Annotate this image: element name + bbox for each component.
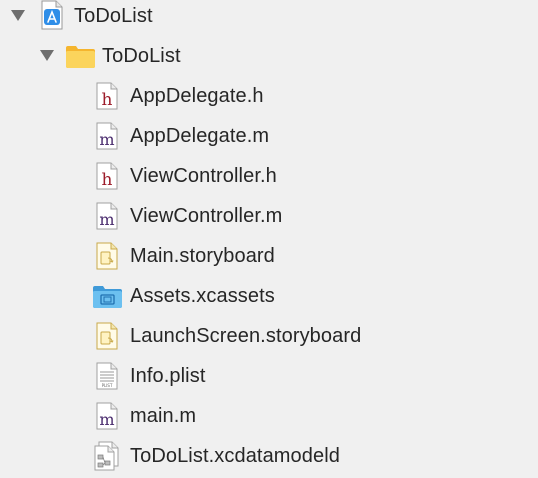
file-row-viewcontroller-h[interactable]: h ViewController.h [0, 156, 538, 196]
data-model-file-icon [93, 441, 121, 476]
asset-catalog-folder-icon [92, 285, 123, 314]
file-name: ViewController.m [130, 205, 283, 227]
file-name: ToDoList.xcdatamodeld [130, 445, 340, 467]
file-name: AppDelegate.m [130, 125, 270, 147]
file-row-info-plist[interactable]: PLIST Info.plist [0, 356, 538, 396]
file-type-letter: m [99, 210, 114, 229]
file-name: AppDelegate.h [130, 85, 264, 107]
yellow-folder-icon [65, 44, 96, 74]
project-name: ToDoList [74, 5, 153, 27]
xcode-project-icon [40, 0, 64, 35]
storyboard-file-icon [96, 322, 118, 355]
file-name: ViewController.h [130, 165, 277, 187]
project-row[interactable]: ToDoList [0, 0, 538, 36]
file-type-letter: m [99, 410, 114, 429]
file-row-viewcontroller-m[interactable]: m ViewController.m [0, 196, 538, 236]
header-file-icon: h [96, 162, 118, 195]
project-navigator: ToDoList ToDoList h AppDelegate.h m AppD… [0, 0, 538, 478]
file-name: Info.plist [130, 365, 206, 387]
file-row-appdelegate-m[interactable]: m AppDelegate.m [0, 116, 538, 156]
file-type-letter: m [99, 130, 114, 149]
disclosure-triangle-expanded-icon[interactable] [11, 10, 25, 21]
header-file-icon: h [96, 82, 118, 115]
file-row-launchscreen-storyboard[interactable]: LaunchScreen.storyboard [0, 316, 538, 356]
objc-source-file-icon: m [96, 202, 118, 235]
objc-source-file-icon: m [96, 122, 118, 155]
file-name: Main.storyboard [130, 245, 275, 267]
file-type-letter: h [102, 170, 113, 190]
file-row-appdelegate-h[interactable]: h AppDelegate.h [0, 76, 538, 116]
file-row-main-storyboard[interactable]: Main.storyboard [0, 236, 538, 276]
file-name: main.m [130, 405, 197, 427]
file-name: LaunchScreen.storyboard [130, 325, 362, 347]
disclosure-triangle-expanded-icon[interactable] [40, 50, 54, 61]
file-row-main-m[interactable]: m main.m [0, 396, 538, 436]
storyboard-file-icon [96, 242, 118, 275]
plist-file-icon: PLIST [96, 362, 118, 395]
group-row[interactable]: ToDoList [0, 36, 538, 76]
file-row-xcdatamodeld[interactable]: ToDoList.xcdatamodeld [0, 436, 538, 476]
group-name: ToDoList [102, 45, 181, 67]
file-type-letter: h [102, 90, 113, 110]
file-row-assets-xcassets[interactable]: Assets.xcassets [0, 276, 538, 316]
objc-source-file-icon: m [96, 402, 118, 435]
file-name: Assets.xcassets [130, 285, 275, 307]
file-type-letter: PLIST [102, 383, 113, 388]
